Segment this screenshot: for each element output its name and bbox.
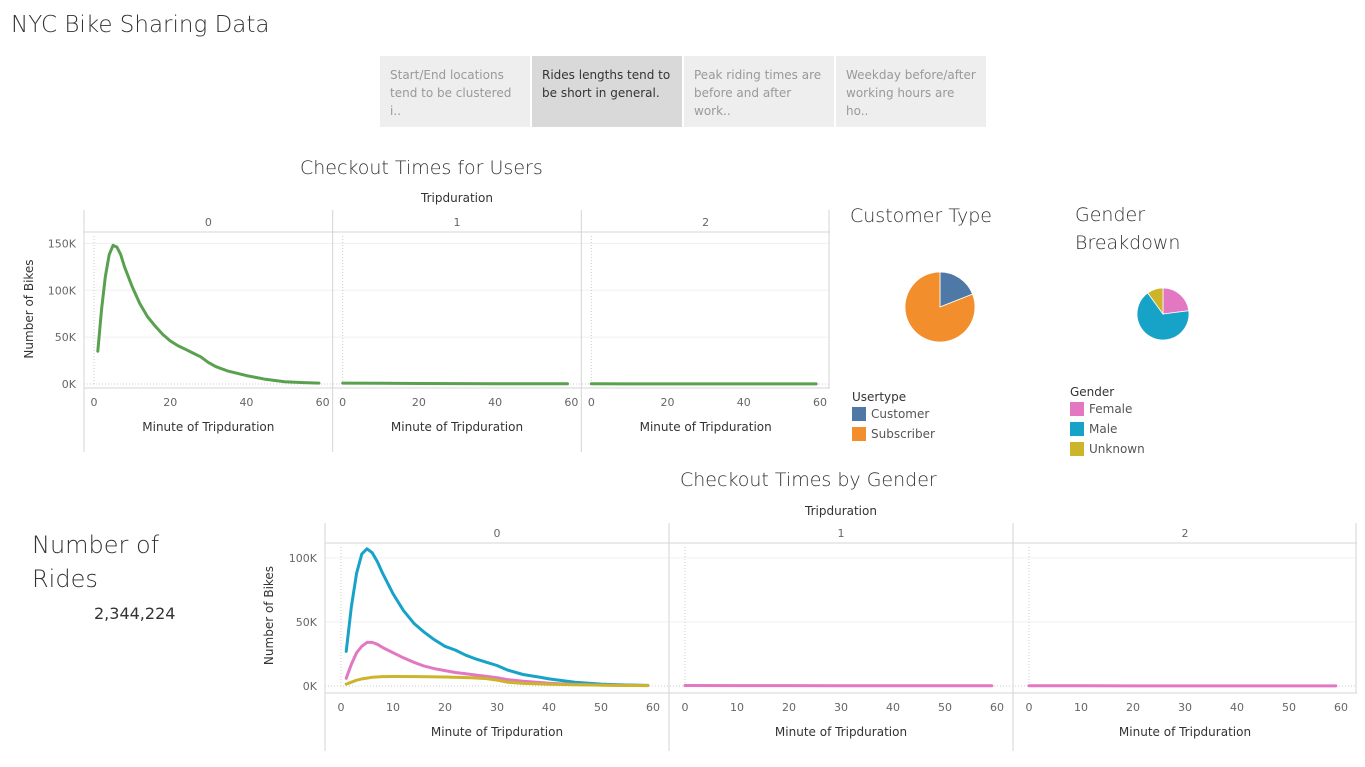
- customer-type-pie[interactable]: [895, 262, 985, 352]
- usertype-legend: Usertype Customer Subscriber: [852, 390, 935, 444]
- x-tick-label: 10: [730, 701, 744, 714]
- x-tick-label: 20: [1126, 701, 1140, 714]
- x-tick-label: 20: [782, 701, 796, 714]
- gender-breakdown-title: Gender Breakdown: [1075, 204, 1181, 254]
- y-tick-label: 100K: [289, 552, 318, 565]
- pie-slice-female: [1162, 287, 1190, 315]
- x-tick-label: 50: [1282, 701, 1296, 714]
- x-tick-label: 30: [834, 701, 848, 714]
- x-tick-label: 0: [338, 701, 345, 714]
- story-point-1[interactable]: Start/End locations tend to be clustered…: [380, 56, 530, 127]
- x-tick-label: 20: [438, 701, 452, 714]
- x-tick-label: 60: [564, 396, 578, 409]
- panel-header-0: 0: [494, 527, 501, 540]
- x-tick-label: 40: [542, 701, 556, 714]
- x-tick-label: 40: [239, 396, 253, 409]
- x-tick-label: 0: [682, 701, 689, 714]
- x-tick-label: 60: [813, 396, 827, 409]
- x-tick-label: 20: [163, 396, 177, 409]
- legend-item-female[interactable]: Female: [1070, 399, 1145, 419]
- customer-type-title: Customer Type: [850, 205, 992, 227]
- column-header: Tripduration: [420, 191, 493, 205]
- checkout-times-users-title: Checkout Times for Users: [300, 157, 543, 179]
- checkout-times-users-chart[interactable]: Tripduration Number of Bikes 0K 50K 100K 150K…: [20, 190, 830, 455]
- story-point-2[interactable]: Rides lengths tend to be short in genera…: [532, 56, 682, 127]
- x-axis-title: Minute of Tripduration: [142, 420, 274, 434]
- y-tick-label: 50K: [296, 616, 318, 629]
- y-tick-label: 50K: [55, 331, 77, 344]
- x-axis-title: Minute of Tripduration: [640, 420, 772, 434]
- x-axis-title: Minute of Tripduration: [431, 725, 563, 739]
- x-axis-title: Minute of Tripduration: [1119, 725, 1251, 739]
- unknown-swatch: [1070, 442, 1084, 456]
- series-line-panel-0: [96, 243, 321, 385]
- legend-title: Usertype: [852, 390, 907, 404]
- x-tick-label: 0: [1026, 701, 1033, 714]
- y-tick-label: 150K: [48, 237, 77, 250]
- x-tick-label: 0: [588, 396, 595, 409]
- number-of-rides-value: 2,344,224: [94, 604, 176, 623]
- x-tick-label: 40: [1230, 701, 1244, 714]
- x-tick-label: 20: [661, 396, 675, 409]
- y-tick-label: 100K: [48, 284, 77, 297]
- x-tick-label: 40: [488, 396, 502, 409]
- x-tick-label: 60: [646, 701, 660, 714]
- dashboard-title: NYC Bike Sharing Data: [11, 12, 270, 38]
- legend-label: Subscriber: [871, 427, 935, 441]
- gender-breakdown-pie[interactable]: [1133, 284, 1193, 344]
- panel-header-2: 2: [1182, 527, 1189, 540]
- x-tick-label: 50: [938, 701, 952, 714]
- gender-legend: Gender Female Male Unknown: [1070, 385, 1145, 459]
- x-tick-label: 60: [1334, 701, 1348, 714]
- x-tick-label: 40: [886, 701, 900, 714]
- legend-item-unknown[interactable]: Unknown: [1070, 439, 1145, 459]
- x-tick-label: 10: [386, 701, 400, 714]
- legend-title: Gender: [1070, 385, 1115, 399]
- y-tick-label: 0K: [62, 378, 77, 391]
- series-line-male: [344, 547, 650, 687]
- x-tick-label: 40: [737, 396, 751, 409]
- x-tick-label: 30: [490, 701, 504, 714]
- legend-label: Female: [1089, 402, 1133, 416]
- legend-label: Unknown: [1089, 442, 1145, 456]
- x-tick-label: 10: [1074, 701, 1088, 714]
- x-tick-label: 30: [1178, 701, 1192, 714]
- subscriber-swatch: [852, 427, 866, 441]
- x-tick-label: 60: [316, 396, 330, 409]
- y-axis-title: Number of Bikes: [262, 566, 276, 665]
- x-tick-label: 20: [412, 396, 426, 409]
- x-axis-title: Minute of Tripduration: [391, 420, 523, 434]
- legend-item-male[interactable]: Male: [1070, 419, 1145, 439]
- panel-header-0: 0: [205, 216, 212, 229]
- story-point-3[interactable]: Peak riding times are before and after w…: [684, 56, 834, 127]
- column-header: Tripduration: [804, 504, 877, 518]
- y-axis-title: Number of Bikes: [22, 259, 36, 358]
- legend-item-subscriber[interactable]: Subscriber: [852, 424, 935, 444]
- female-swatch: [1070, 402, 1084, 416]
- checkout-times-gender-title: Checkout Times by Gender: [680, 469, 937, 491]
- story-navigation: Start/End locations tend to be clustered…: [380, 56, 986, 127]
- number-of-rides-label: Number of Rides: [32, 531, 160, 593]
- x-tick-label: 0: [339, 396, 346, 409]
- series-line-panel-1: [341, 381, 569, 386]
- x-tick-label: 50: [594, 701, 608, 714]
- panel-header-1: 1: [454, 216, 461, 229]
- panel-header-1: 1: [838, 527, 845, 540]
- x-tick-label: 0: [91, 396, 98, 409]
- legend-item-customer[interactable]: Customer: [852, 404, 935, 424]
- male-swatch: [1070, 422, 1084, 436]
- x-axis-title: Minute of Tripduration: [775, 725, 907, 739]
- checkout-times-gender-chart[interactable]: TripdurationNumber of Bikes0K50K100K00 10…: [262, 503, 1357, 753]
- legend-label: Customer: [871, 407, 930, 421]
- story-point-4[interactable]: Weekday before/after working hours are h…: [836, 56, 986, 127]
- x-tick-label: 60: [990, 701, 1004, 714]
- legend-label: Male: [1089, 422, 1118, 436]
- panel-header-2: 2: [702, 216, 709, 229]
- y-tick-label: 0K: [303, 680, 318, 693]
- customer-swatch: [852, 407, 866, 421]
